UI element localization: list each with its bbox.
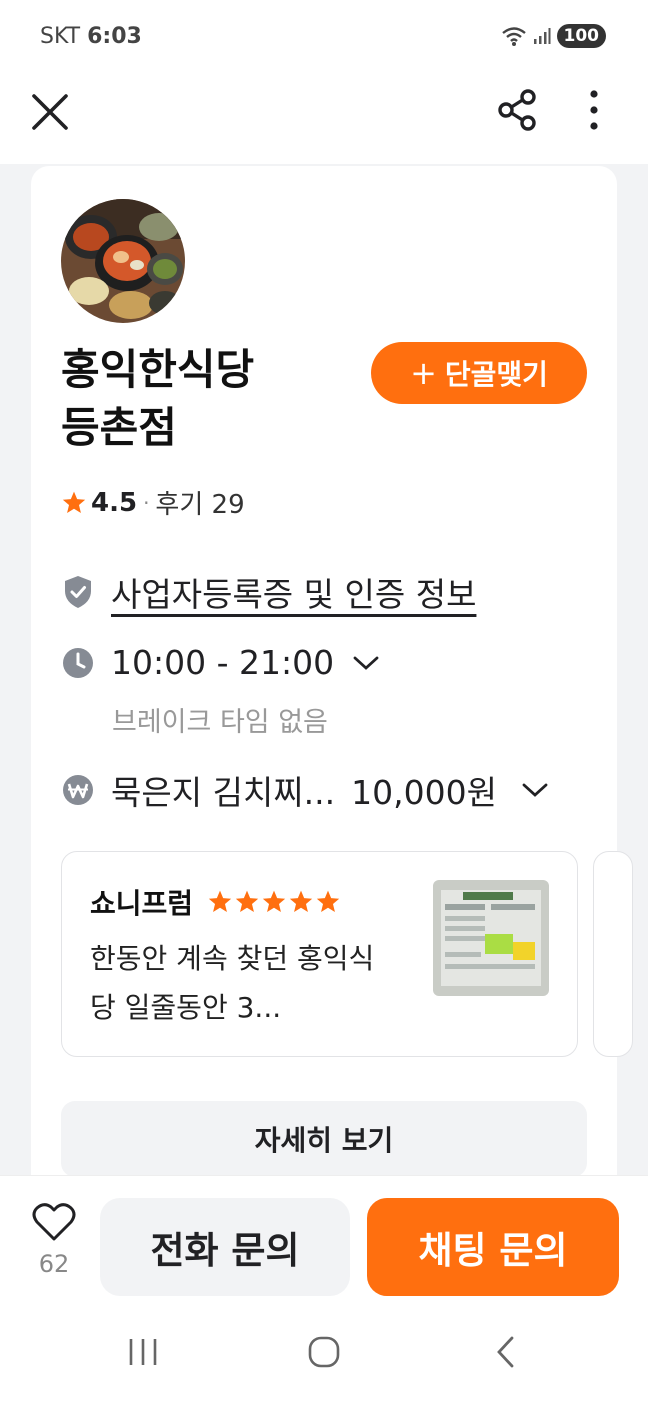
- reviewer-header: 쇼니프럼: [90, 882, 341, 922]
- like-button[interactable]: 62: [26, 1202, 82, 1278]
- rating-score: 4.5: [91, 487, 138, 518]
- separator-dot: ·: [143, 490, 150, 515]
- close-button[interactable]: [26, 88, 74, 136]
- rating-row[interactable]: 4.5 · 후기 29: [61, 484, 245, 521]
- chevron-down-icon[interactable]: [521, 781, 549, 799]
- status-bar: SKT 6:03 100: [0, 0, 648, 78]
- review-card-next[interactable]: [593, 851, 633, 1057]
- regular-customer-button[interactable]: + 단골맺기: [371, 342, 587, 404]
- chevron-down-icon[interactable]: [352, 654, 380, 672]
- carrier: SKT: [40, 24, 81, 49]
- star-icon: [62, 491, 86, 513]
- call-inquiry-button[interactable]: 전화 문의: [100, 1198, 350, 1296]
- status-icons: 100: [501, 24, 606, 48]
- shield-icon: [61, 575, 95, 609]
- home-icon: [308, 1336, 340, 1368]
- share-button[interactable]: [494, 86, 542, 134]
- hours-row[interactable]: 10:00 - 21:00: [61, 643, 380, 682]
- reviewer-name: 쇼니프럼: [90, 887, 194, 920]
- bottom-action-bar: 62 전화 문의 채팅 문의: [0, 1175, 648, 1300]
- store-food-photo: [61, 199, 185, 323]
- status-carrier-time: SKT 6:03: [40, 24, 142, 49]
- menu-item-name: 묵은지 김치찌...: [111, 773, 336, 812]
- star-icon: [235, 890, 259, 912]
- like-count: 62: [38, 1250, 70, 1278]
- star-icon: [208, 890, 232, 912]
- back-button[interactable]: [476, 1330, 536, 1374]
- clock: 6:03: [87, 24, 142, 49]
- business-hours: 10:00 - 21:00: [111, 643, 335, 682]
- business-info-row[interactable]: 사업자등록증 및 인증 정보: [61, 568, 476, 616]
- see-details-button[interactable]: 자세히 보기: [61, 1101, 587, 1175]
- menu-item-price: 10,000원: [351, 773, 497, 812]
- star-icon: [289, 890, 313, 912]
- review-text: 한동안 계속 찾던 홍익식당 일줄동안 3...: [90, 942, 375, 1024]
- more-vertical-icon: [590, 90, 598, 130]
- back-icon: [497, 1336, 514, 1368]
- review-count[interactable]: 후기 29: [155, 484, 244, 521]
- chat-inquiry-button[interactable]: 채팅 문의: [367, 1198, 619, 1296]
- star-icon: [262, 890, 286, 912]
- recent-apps-button[interactable]: [113, 1330, 173, 1374]
- top-app-bar: [0, 78, 648, 164]
- menu-row[interactable]: 묵은지 김치찌... 10,000원: [61, 766, 549, 814]
- store-name-line2: 등촌점: [61, 403, 177, 452]
- more-options-button[interactable]: [572, 86, 616, 134]
- plus-icon: +: [410, 354, 437, 392]
- recent-apps-icon: [129, 1339, 157, 1365]
- review-photo[interactable]: [433, 880, 549, 996]
- share-icon: [498, 89, 536, 131]
- signal-icon: [533, 28, 550, 44]
- close-icon: [32, 94, 68, 130]
- business-info-link[interactable]: 사업자등록증 및 인증 정보: [111, 568, 476, 616]
- star-icon: [316, 890, 340, 912]
- won-icon: [61, 773, 95, 807]
- clock-icon: [61, 646, 95, 680]
- store-info-card: 홍익한식당 등촌점 + 단골맺기 4.5 · 후기 29 사업자등록증 및 인증…: [31, 166, 633, 1175]
- store-name: 홍익한식당 등촌점: [61, 341, 361, 457]
- wifi-icon: [501, 27, 526, 46]
- store-avatar[interactable]: [61, 199, 185, 323]
- system-nav-bar: [0, 1300, 648, 1404]
- break-time: 브레이크 타임 없음: [112, 707, 328, 738]
- home-button[interactable]: [294, 1330, 354, 1374]
- store-detail-scroll[interactable]: 홍익한식당 등촌점 + 단골맺기 4.5 · 후기 29 사업자등록증 및 인증…: [0, 164, 648, 1175]
- regular-customer-label: 단골맺기: [444, 358, 548, 391]
- store-name-line1: 홍익한식당: [61, 345, 255, 394]
- review-stars: [207, 889, 341, 915]
- battery-badge: 100: [556, 24, 606, 48]
- review-card[interactable]: 쇼니프럼 한동안 계속 찾던 홍익식당 일줄동안 3...: [61, 851, 578, 1057]
- heart-icon: [32, 1203, 76, 1241]
